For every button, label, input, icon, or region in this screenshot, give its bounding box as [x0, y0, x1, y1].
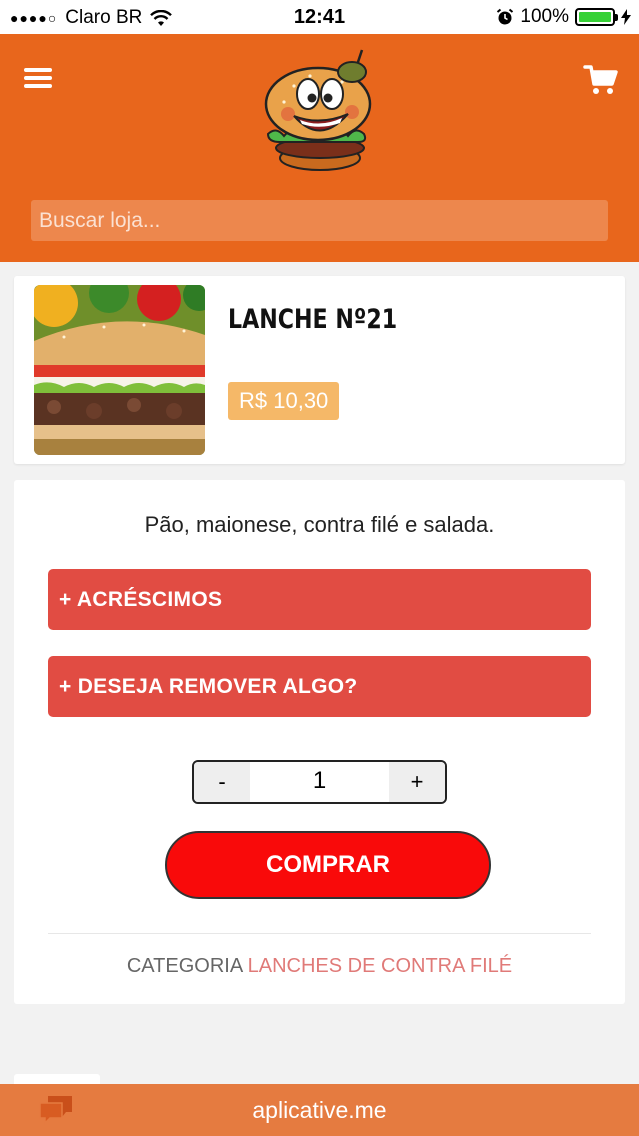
menu-icon[interactable] [24, 68, 52, 90]
battery-percent: 100% [520, 6, 569, 27]
price-badge: R$ 10,30 [228, 382, 340, 420]
divider [48, 933, 591, 934]
product-card: LANCHE Nº21 R$ 10,30 [14, 276, 625, 464]
footer-brand[interactable]: aplicative.me [0, 1097, 639, 1124]
quantity-value[interactable]: 1 [250, 762, 389, 802]
category-link[interactable]: LANCHES DE CONTRA FILÉ [248, 955, 513, 977]
burger-logo [264, 49, 372, 171]
cart-icon[interactable] [583, 62, 619, 98]
decrement-button[interactable]: - [194, 762, 250, 802]
alarm-icon [497, 8, 514, 25]
remove-items-button[interactable]: + DESEJA REMOVER ALGO? [48, 656, 591, 717]
search-input[interactable] [31, 200, 608, 241]
status-right: 100% [496, 6, 631, 28]
footer: aplicative.me [0, 1084, 639, 1136]
quantity-stepper: - 1 + [192, 760, 447, 804]
acrescimos-button[interactable]: + ACRÉSCIMOS [48, 569, 591, 630]
app-header [0, 34, 639, 262]
product-description: Pão, maionese, contra filé e salada. [144, 512, 495, 537]
buy-button[interactable]: COMPRAR [165, 831, 491, 899]
charging-icon [621, 9, 631, 25]
product-image [34, 285, 205, 455]
increment-button[interactable]: + [389, 762, 445, 802]
category-line: CATEGORIA LANCHES DE CONTRA FILÉ [14, 955, 625, 978]
product-title: LANCHE Nº21 [228, 304, 398, 335]
status-bar: ●●●●○ Claro BR 12:41 100% [0, 0, 639, 34]
detail-card: Pão, maionese, contra filé e salada. + A… [14, 480, 625, 1004]
category-label: CATEGORIA [126, 955, 243, 977]
battery-icon [575, 8, 618, 26]
